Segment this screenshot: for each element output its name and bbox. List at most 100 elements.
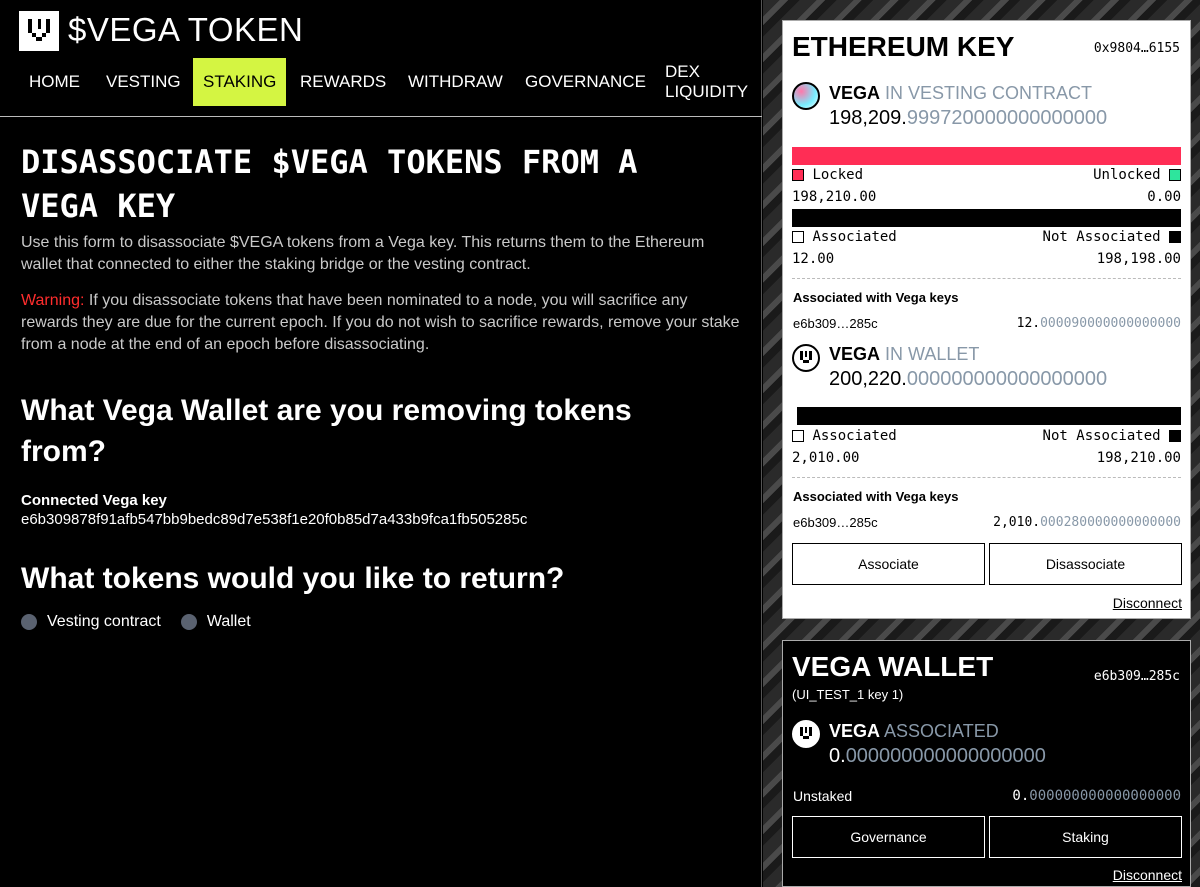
vega-card-title: VEGA WALLET — [792, 651, 994, 682]
associated-amount: 0.000000000000000000 — [829, 745, 1046, 768]
wallet-token-name: VEGA — [829, 344, 881, 364]
app-header: $VEGA TOKEN HOME VESTING STAKING REWARDS… — [0, 0, 762, 117]
unstaked-row: Unstaked 0.000000000000000000 — [793, 788, 1181, 804]
token-source-options: Vesting contract Wallet — [21, 613, 741, 631]
eth-card-title: ETHEREUM KEY — [792, 31, 1015, 62]
wallet-assoc-amount-int: 2,010. — [993, 515, 1041, 530]
nav-dex-label: DEX — [665, 62, 700, 81]
page-title: DISASSOCIATE $VEGA TOKENS FROM A VEGA KE… — [21, 140, 741, 228]
vesting-assoc-amount-dec: 000090000000000000 — [1040, 316, 1181, 331]
wallet-not-associated-label: Not Associated — [1042, 428, 1161, 444]
vesting-amount-dec: 999720000000000000 — [906, 107, 1108, 129]
associate-button[interactable]: Associate — [792, 543, 985, 585]
page-title-line1: DISASSOCIATE $VEGA TOKENS FROM A — [21, 143, 638, 181]
main-content: DISASSOCIATE $VEGA TOKENS FROM A VEGA KE… — [21, 140, 741, 631]
vesting-assoc-key-row: e6b309…285c 12.000090000000000000 — [793, 316, 1181, 331]
sidebar: ETHEREUM KEY 0x9804…6155 VEGA IN VESTING… — [763, 0, 1200, 887]
question-wallet: What Vega Wallet are you removing tokens… — [21, 394, 632, 468]
not-associated-swatch-icon — [1169, 231, 1181, 243]
nav-rewards[interactable]: REWARDS — [290, 58, 396, 106]
vesting-assoc-heading: Associated with Vega keys — [793, 290, 959, 305]
wallet-not-associated-legend: Not Associated — [1043, 428, 1181, 444]
vesting-heading: VEGA IN VESTING CONTRACT — [829, 83, 1092, 104]
vesting-not-associated-legend: Not Associated — [1043, 229, 1181, 245]
vesting-associated-label: Associated — [812, 229, 897, 245]
vesting-not-associated-value: 198,198.00 — [1096, 251, 1181, 267]
wallet-heading: VEGA IN WALLET — [829, 344, 979, 365]
main-panel: $VEGA TOKEN HOME VESTING STAKING REWARDS… — [0, 0, 762, 887]
vesting-assoc-key: e6b309…285c — [793, 316, 878, 331]
wallet-association-bar — [792, 407, 1181, 425]
vesting-amount-int: 198,209. — [829, 107, 907, 129]
app-brand[interactable]: $VEGA TOKEN — [68, 11, 303, 49]
wallet-assoc-amount: 2,010.000280000000000000 — [993, 515, 1181, 530]
vesting-associated-value: 12.00 — [792, 251, 835, 267]
vega-token-icon — [792, 82, 820, 110]
vesting-assoc-legend: Associated Not Associated — [792, 229, 1181, 245]
vesting-token-name: VEGA — [829, 83, 881, 103]
connected-key-label: Connected Vega key — [21, 492, 167, 509]
question-tokens: What tokens would you like to return? — [21, 562, 565, 595]
connected-key-value: e6b309878f91afb547bb9bedc89d7e538f1e20f0… — [21, 511, 528, 528]
vesting-amount: 198,209.999720000000000000 — [829, 107, 1107, 130]
disassociate-button[interactable]: Disassociate — [989, 543, 1182, 585]
radio-wallet[interactable] — [180, 614, 197, 630]
locked-value: 198,210.00 — [792, 189, 877, 205]
staking-button[interactable]: Staking — [989, 816, 1182, 858]
vega-logo-icon[interactable] — [19, 11, 59, 51]
nav-vesting[interactable]: VESTING — [96, 58, 191, 106]
not-associated-swatch-icon — [1169, 430, 1181, 442]
locked-label: Locked — [812, 167, 864, 183]
wallet-associated-legend: Associated — [792, 428, 897, 444]
radio-vesting-contract[interactable] — [21, 614, 37, 630]
vesting-assoc-values: 12.00 198,198.00 — [792, 251, 1181, 267]
vesting-associated-legend: Associated — [792, 229, 897, 245]
wallet-amount-int: 200,220. — [829, 368, 907, 390]
nav-home[interactable]: HOME — [19, 58, 90, 106]
vega-token-icon — [792, 720, 820, 748]
wallet-assoc-values: 2,010.00 198,210.00 — [792, 450, 1181, 466]
unlocked-label: Unlocked — [1093, 167, 1161, 183]
eth-disconnect-link[interactable]: Disconnect — [1113, 595, 1182, 611]
nav-governance[interactable]: GOVERNANCE — [515, 58, 656, 106]
vesting-not-associated-label: Not Associated — [1042, 229, 1161, 245]
vega-wallet-key-name: (UI_TEST_1 key 1) — [792, 687, 904, 702]
associated-token-name: VEGA — [829, 721, 881, 741]
unstaked-amount-int: 0. — [1012, 788, 1030, 804]
vega-wallet-card: VEGA WALLET e6b309…285c (UI_TEST_1 key 1… — [782, 640, 1191, 887]
nav-dex-liquidity[interactable]: DEX LIQUIDITY — [655, 58, 758, 106]
associated-swatch-icon — [792, 430, 804, 442]
vesting-association-bar — [792, 209, 1181, 227]
intro-text: Use this form to disassociate $VEGA toke… — [21, 234, 705, 273]
divider — [792, 278, 1181, 279]
wallet-assoc-key-row: e6b309…285c 2,010.000280000000000000 — [793, 515, 1181, 530]
nav-staking[interactable]: STAKING — [193, 58, 287, 106]
nav-withdraw[interactable]: WITHDRAW — [398, 58, 513, 106]
unstaked-amount-dec: 000000000000000000 — [1029, 788, 1181, 804]
option-vesting-contract-label: Vesting contract — [47, 613, 161, 630]
option-wallet[interactable]: Wallet — [180, 613, 251, 631]
wallet-associated-value: 2,010.00 — [792, 450, 860, 466]
vesting-assoc-amount: 12.000090000000000000 — [1017, 316, 1181, 331]
vega-disconnect-link[interactable]: Disconnect — [1113, 867, 1182, 883]
warning-label: Warning: — [21, 292, 85, 309]
associated-amount-dec: 000000000000000000 — [845, 745, 1046, 767]
wallet-assoc-heading: Associated with Vega keys — [793, 489, 959, 504]
locked-swatch-icon — [792, 169, 804, 181]
ethereum-key-card: ETHEREUM KEY 0x9804…6155 VEGA IN VESTING… — [782, 20, 1191, 619]
wallet-amount: 200,220.000000000000000000 — [829, 368, 1107, 391]
associated-swatch-icon — [792, 231, 804, 243]
associated-heading: VEGA ASSOCIATED — [829, 721, 999, 742]
option-vesting-contract[interactable]: Vesting contract — [21, 613, 161, 631]
governance-button[interactable]: Governance — [792, 816, 985, 858]
nav-liquidity-label: LIQUIDITY — [665, 82, 749, 101]
eth-address: 0x9804…6155 — [1093, 41, 1180, 56]
unlocked-swatch-icon — [1169, 169, 1181, 181]
warning-body: If you disassociate tokens that have bee… — [21, 292, 740, 353]
locked-values: 198,210.00 0.00 — [792, 189, 1181, 205]
unstaked-label: Unstaked — [793, 788, 853, 804]
locked-bar — [792, 147, 1181, 165]
wallet-assoc-amount-dec: 000280000000000000 — [1040, 515, 1181, 530]
wallet-assoc-legend: Associated Not Associated — [792, 428, 1181, 444]
divider — [792, 477, 1181, 478]
